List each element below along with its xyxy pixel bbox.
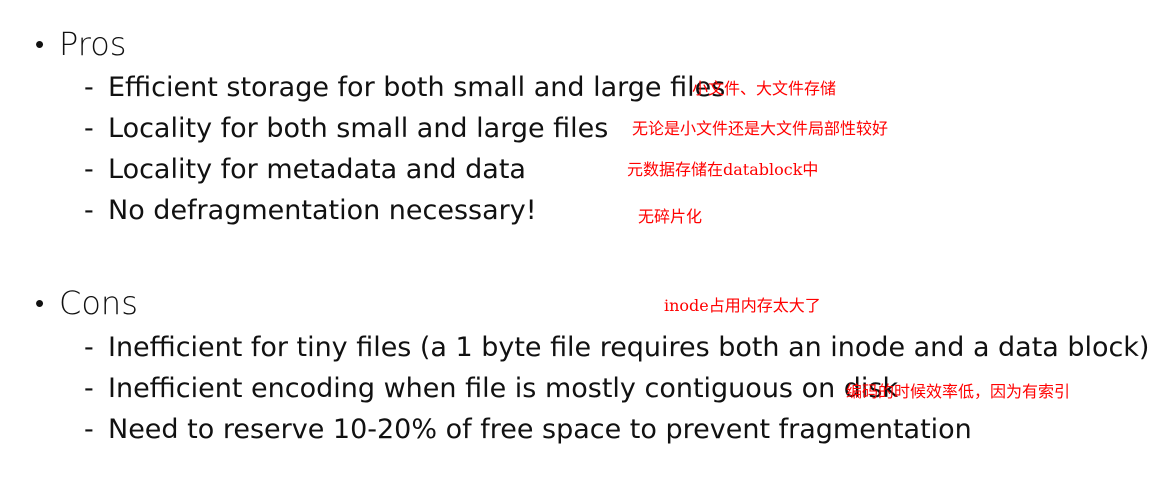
cons-heading: • Cons <box>35 283 138 324</box>
dash-icon: - <box>84 373 94 404</box>
list-item: - Inefficient for tiny files (a 1 byte fi… <box>84 330 1149 366</box>
dash-icon: - <box>84 332 94 363</box>
list-item: - Inefficient encoding when file is mostl… <box>84 371 898 407</box>
bullet-icon: • <box>35 289 45 319</box>
list-item-text: Inefficient encoding when file is mostly… <box>108 373 899 404</box>
annotation: 编码的时候效率低，因为有索引 <box>846 382 1071 401</box>
list-item-text: Inefficient for tiny files (a 1 byte fil… <box>108 332 1150 363</box>
cons-heading-text: Cons <box>59 284 138 322</box>
list-item: - Need to reserve 10-20% of free space to… <box>84 412 972 448</box>
cons-section: • Cons inode占用内存太大了 - Inefficient for tiny… <box>0 0 1155 493</box>
annotation: inode占用内存太大了 <box>664 296 821 315</box>
list-item-text: Need to reserve 10-20% of free space to … <box>108 414 972 445</box>
dash-icon: - <box>84 414 94 445</box>
